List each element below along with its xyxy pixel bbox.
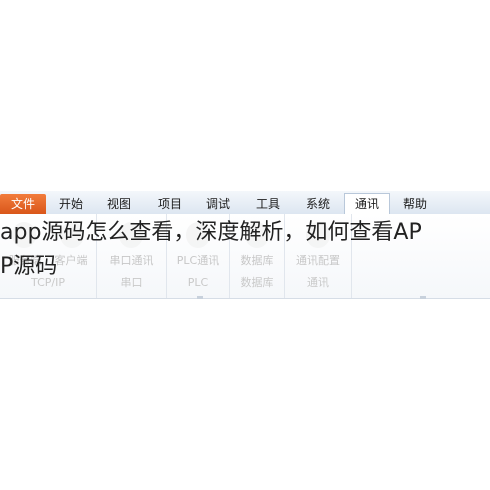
menu-item-help[interactable]: 帮助 xyxy=(394,194,436,214)
ribbon-scroll-mark xyxy=(420,296,426,299)
group-label-serial: 串口 xyxy=(120,276,143,289)
article-title-line1: app源码怎么查看，深度解析，如何查看AP xyxy=(0,220,422,245)
menu-item-view[interactable]: 视图 xyxy=(98,194,140,214)
article-title-line2: P源码 xyxy=(0,254,58,279)
group-label-comm: 通讯 xyxy=(307,276,329,289)
menu-file-tab[interactable]: 文件 xyxy=(0,194,46,214)
menu-item-tools[interactable]: 工具 xyxy=(246,194,290,214)
plc-comm-button[interactable]: PLC通讯 xyxy=(167,254,229,268)
group-label-database: 数据库 xyxy=(240,276,274,289)
ribbon-scroll-mark xyxy=(197,296,203,299)
menu-item-debug[interactable]: 调试 xyxy=(196,194,240,214)
menu-bar: 文件 开始 视图 项目 调试 工具 系统 通讯 帮助 xyxy=(0,191,490,215)
database-button[interactable]: 数据库 xyxy=(230,254,284,268)
group-label-plc: PLC xyxy=(187,276,209,289)
comm-config-button[interactable]: 通讯配置 xyxy=(285,254,351,268)
menu-item-start[interactable]: 开始 xyxy=(50,194,92,214)
menu-item-project[interactable]: 项目 xyxy=(146,194,194,214)
serial-comm-button[interactable]: 串口通讯 xyxy=(97,254,166,268)
menu-item-system[interactable]: 系统 xyxy=(296,194,340,214)
menu-item-communication[interactable]: 通讯 xyxy=(344,193,390,215)
